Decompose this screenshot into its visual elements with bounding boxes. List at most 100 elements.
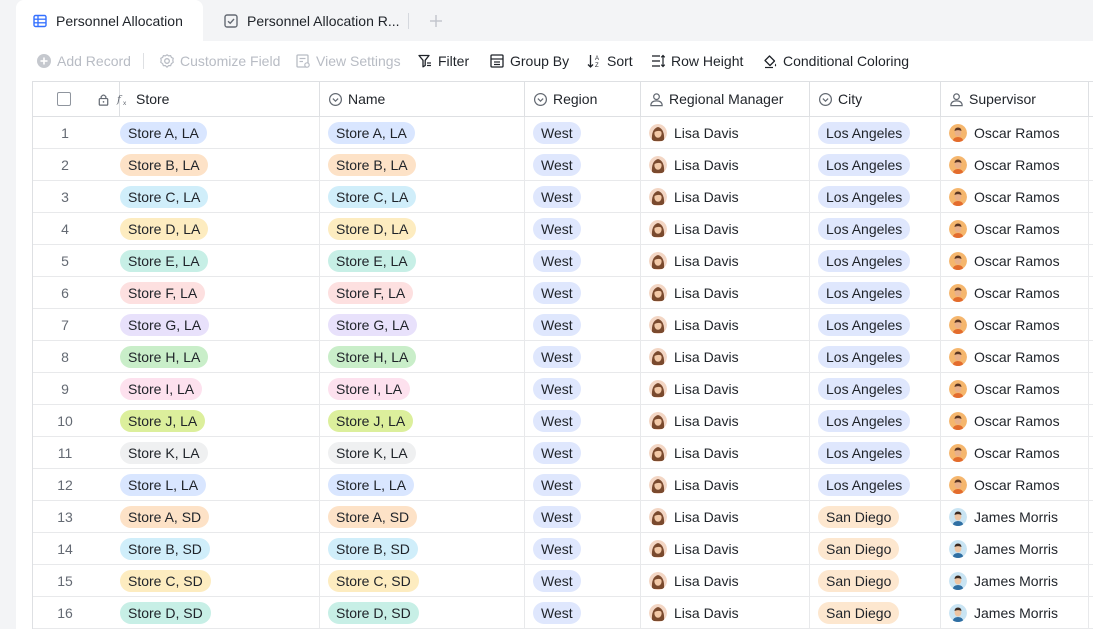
city-cell[interactable]: Los Angeles: [810, 341, 941, 372]
next-column-cell[interactable]: [1089, 597, 1093, 628]
city-cell[interactable]: San Diego: [810, 501, 941, 532]
city-cell[interactable]: Los Angeles: [810, 277, 941, 308]
region-cell[interactable]: West: [525, 565, 641, 596]
next-column-cell[interactable]: [1089, 469, 1093, 500]
name-cell[interactable]: Store I, LA: [320, 373, 525, 404]
table-row[interactable]: 9 Store I, LA Store I, LA West Lisa Davis Los…: [33, 373, 1093, 405]
city-cell[interactable]: Los Angeles: [810, 405, 941, 436]
name-cell[interactable]: Store E, LA: [320, 245, 525, 276]
next-column-cell[interactable]: [1089, 213, 1093, 244]
name-cell[interactable]: Store B, LA: [320, 149, 525, 180]
region-cell[interactable]: West: [525, 309, 641, 340]
column-header-regional-manager[interactable]: Regional Manager: [641, 82, 810, 116]
city-cell[interactable]: San Diego: [810, 533, 941, 564]
regional-manager-cell[interactable]: Lisa Davis: [641, 245, 810, 276]
supervisor-cell[interactable]: James Morris: [941, 565, 1089, 596]
next-column-cell[interactable]: [1089, 501, 1093, 532]
store-cell[interactable]: Store C, SD: [97, 565, 320, 596]
store-cell[interactable]: Store G, LA: [97, 309, 320, 340]
region-cell[interactable]: West: [525, 245, 641, 276]
regional-manager-cell[interactable]: Lisa Davis: [641, 501, 810, 532]
regional-manager-cell[interactable]: Lisa Davis: [641, 309, 810, 340]
add-record-button[interactable]: Add Record: [36, 41, 131, 81]
regional-manager-cell[interactable]: Lisa Davis: [641, 597, 810, 628]
next-column-cell[interactable]: [1089, 117, 1093, 148]
regional-manager-cell[interactable]: Lisa Davis: [641, 181, 810, 212]
regional-manager-cell[interactable]: Lisa Davis: [641, 149, 810, 180]
name-cell[interactable]: Store D, LA: [320, 213, 525, 244]
store-cell[interactable]: Store H, LA: [97, 341, 320, 372]
name-cell[interactable]: Store H, LA: [320, 341, 525, 372]
next-column-cell[interactable]: [1089, 149, 1093, 180]
store-cell[interactable]: Store A, LA: [97, 117, 320, 148]
next-column-cell[interactable]: [1089, 405, 1093, 436]
city-cell[interactable]: Los Angeles: [810, 469, 941, 500]
supervisor-cell[interactable]: James Morris: [941, 533, 1089, 564]
table-row[interactable]: 13 Store A, SD Store A, SD West Lisa Davis Sa…: [33, 501, 1093, 533]
store-cell[interactable]: Store E, LA: [97, 245, 320, 276]
table-row[interactable]: 1 Store A, LA Store A, LA West Lisa Davis Los…: [33, 117, 1093, 149]
city-cell[interactable]: Los Angeles: [810, 309, 941, 340]
city-cell[interactable]: Los Angeles: [810, 117, 941, 148]
store-cell[interactable]: Store K, LA: [97, 437, 320, 468]
table-row[interactable]: 14 Store B, SD Store B, SD West Lisa Davis Sa…: [33, 533, 1093, 565]
conditional-coloring-button[interactable]: Conditional Coloring: [762, 41, 909, 81]
select-all-checkbox[interactable]: [57, 92, 71, 106]
supervisor-cell[interactable]: Oscar Ramos: [941, 341, 1089, 372]
supervisor-cell[interactable]: Oscar Ramos: [941, 149, 1089, 180]
regional-manager-cell[interactable]: Lisa Davis: [641, 117, 810, 148]
supervisor-cell[interactable]: Oscar Ramos: [941, 373, 1089, 404]
supervisor-cell[interactable]: Oscar Ramos: [941, 213, 1089, 244]
city-cell[interactable]: Los Angeles: [810, 373, 941, 404]
name-cell[interactable]: Store C, SD: [320, 565, 525, 596]
regional-manager-cell[interactable]: Lisa Davis: [641, 277, 810, 308]
region-cell[interactable]: West: [525, 405, 641, 436]
region-cell[interactable]: West: [525, 149, 641, 180]
column-header-city[interactable]: City: [810, 82, 941, 116]
table-row[interactable]: 2 Store B, LA Store B, LA West Lisa Davis Los…: [33, 149, 1093, 181]
region-cell[interactable]: West: [525, 277, 641, 308]
store-cell[interactable]: Store D, SD: [97, 597, 320, 628]
store-cell[interactable]: Store B, SD: [97, 533, 320, 564]
table-row[interactable]: 5 Store E, LA Store E, LA West Lisa Davis Los…: [33, 245, 1093, 277]
tab-personnel-allocation[interactable]: Personnel Allocation: [16, 0, 203, 41]
region-cell[interactable]: West: [525, 341, 641, 372]
regional-manager-cell[interactable]: Lisa Davis: [641, 405, 810, 436]
store-cell[interactable]: Store F, LA: [97, 277, 320, 308]
store-cell[interactable]: Store B, LA: [97, 149, 320, 180]
city-cell[interactable]: Los Angeles: [810, 181, 941, 212]
name-cell[interactable]: Store F, LA: [320, 277, 525, 308]
add-tab-icon[interactable]: [426, 11, 446, 31]
name-cell[interactable]: Store C, LA: [320, 181, 525, 212]
region-cell[interactable]: West: [525, 437, 641, 468]
regional-manager-cell[interactable]: Lisa Davis: [641, 341, 810, 372]
city-cell[interactable]: Los Angeles: [810, 437, 941, 468]
supervisor-cell[interactable]: Oscar Ramos: [941, 405, 1089, 436]
name-cell[interactable]: Store D, SD: [320, 597, 525, 628]
name-cell[interactable]: Store K, LA: [320, 437, 525, 468]
regional-manager-cell[interactable]: Lisa Davis: [641, 373, 810, 404]
group-by-button[interactable]: Group By: [489, 41, 569, 81]
city-cell[interactable]: Los Angeles: [810, 245, 941, 276]
supervisor-cell[interactable]: Oscar Ramos: [941, 277, 1089, 308]
next-column-cell[interactable]: [1089, 277, 1093, 308]
store-cell[interactable]: Store J, LA: [97, 405, 320, 436]
store-cell[interactable]: Store L, LA: [97, 469, 320, 500]
region-cell[interactable]: West: [525, 117, 641, 148]
sort-button[interactable]: AZ Sort: [586, 41, 633, 81]
city-cell[interactable]: San Diego: [810, 565, 941, 596]
regional-manager-cell[interactable]: Lisa Davis: [641, 565, 810, 596]
region-cell[interactable]: West: [525, 597, 641, 628]
view-settings-button[interactable]: View Settings: [295, 41, 401, 81]
table-row[interactable]: 8 Store H, LA Store H, LA West Lisa Davis Los…: [33, 341, 1093, 373]
name-cell[interactable]: Store A, SD: [320, 501, 525, 532]
supervisor-cell[interactable]: Oscar Ramos: [941, 469, 1089, 500]
regional-manager-cell[interactable]: Lisa Davis: [641, 437, 810, 468]
next-column-cell[interactable]: [1089, 245, 1093, 276]
city-cell[interactable]: Los Angeles: [810, 149, 941, 180]
store-cell[interactable]: Store A, SD: [97, 501, 320, 532]
region-cell[interactable]: West: [525, 181, 641, 212]
name-cell[interactable]: Store B, SD: [320, 533, 525, 564]
region-cell[interactable]: West: [525, 533, 641, 564]
region-cell[interactable]: West: [525, 373, 641, 404]
